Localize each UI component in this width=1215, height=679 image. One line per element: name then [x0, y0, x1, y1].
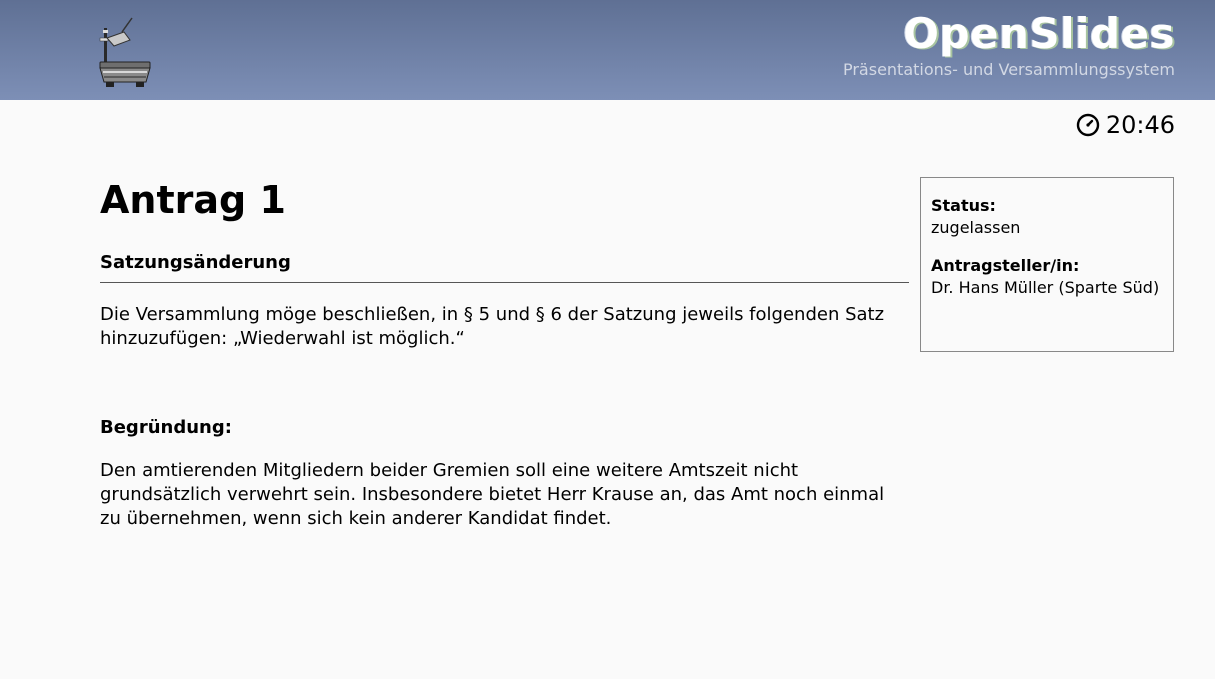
reason-heading: Begründung:	[100, 417, 232, 438]
brand-title: OpenSlides	[903, 9, 1175, 58]
projector-header: OpenSlides Präsentations- und Versammlun…	[0, 0, 1215, 100]
clock-time: 20:46	[1105, 111, 1175, 139]
brand: OpenSlides Präsentations- und Versammlun…	[843, 8, 1175, 80]
status-value: zugelassen	[931, 218, 1021, 237]
motion-meta-box: Status: zugelassen Antragsteller/in: Dr.…	[920, 177, 1174, 352]
clock-icon	[1076, 113, 1100, 137]
motion-subtitle: Satzungsänderung	[100, 251, 909, 283]
submitter-value: Dr. Hans Müller (Sparte Süd)	[931, 278, 1160, 297]
submitter-label: Antragsteller/in:	[931, 256, 1080, 275]
clock: 20:46	[1076, 110, 1175, 140]
reason-text: Den amtierenden Mitgliedern beider Gremi…	[100, 460, 885, 529]
overhead-projector-icon	[96, 14, 156, 90]
motion-content: Antrag 1 Satzungsänderung Die Versammlun…	[100, 170, 909, 531]
motion-title: Antrag 1	[100, 178, 286, 222]
status-label: Status:	[931, 196, 996, 215]
motion-text: Die Versammlung möge beschließen, in § 5…	[100, 304, 885, 349]
brand-subtitle: Präsentations- und Versammlungssystem	[842, 60, 1175, 79]
